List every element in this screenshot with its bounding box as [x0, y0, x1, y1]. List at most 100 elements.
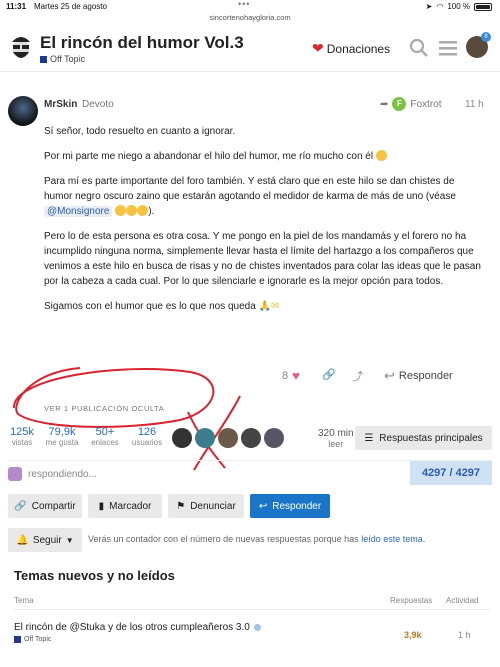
- notification-row: 🔔 Seguir ▼ Verás un contador con el núme…: [8, 528, 492, 552]
- share-icon: ⤴: [352, 371, 363, 383]
- participant-avatar[interactable]: [195, 428, 215, 448]
- paragraph-text: ).: [148, 206, 155, 217]
- donate-link[interactable]: ❤ Donaciones: [312, 40, 390, 57]
- typing-label: respondiendo...: [28, 468, 97, 480]
- paragraph-text: Sí señor, todo resuelto en cuanto a igno…: [44, 126, 236, 137]
- stat-likes: 79,9k me gusta: [40, 426, 84, 447]
- read-topic-link[interactable]: leído este tema: [361, 534, 423, 544]
- link-icon: 🔗: [322, 369, 336, 381]
- hamburger-menu-icon[interactable]: [437, 38, 459, 58]
- like-button[interactable]: 8 ♥: [282, 368, 300, 383]
- status-date: Martes 25 de agosto: [34, 2, 107, 11]
- suggested-topic-replies: 3,9k: [404, 630, 422, 640]
- site-logo-icon[interactable]: [8, 32, 34, 62]
- more-dots-icon[interactable]: •••: [238, 0, 250, 9]
- notification-text: Verás un contador con el número de nueva…: [88, 534, 359, 544]
- top-replies-label: Respuestas principales: [379, 432, 483, 444]
- post-time[interactable]: 11 h: [465, 99, 484, 110]
- typing-user-avatar: [8, 467, 22, 481]
- notification-description: Verás un contador con el número de nueva…: [88, 534, 425, 544]
- topic-title[interactable]: El rincón del humor Vol.3: [40, 33, 244, 53]
- participant-avatar[interactable]: [218, 428, 238, 448]
- top-replies-button[interactable]: ☰ Respuestas principales: [355, 426, 492, 450]
- laughing-emoji-icon: [375, 150, 387, 161]
- status-time: 11:31: [6, 2, 27, 11]
- suggested-topic-title[interactable]: El rincón de @Stuka y de los otros cumpl…: [14, 622, 261, 633]
- follow-dropdown[interactable]: 🔔 Seguir ▼: [8, 528, 82, 552]
- bookmark-button[interactable]: ▮ Marcador: [88, 494, 162, 518]
- reply-button[interactable]: ↩ Responder: [250, 494, 330, 518]
- stat-number: 79,9k: [48, 426, 76, 438]
- share-button[interactable]: 🔗 Compartir: [8, 494, 82, 518]
- show-hidden-posts-link[interactable]: VER 1 PUBLICACIÓN OCULTA: [44, 404, 164, 413]
- stat-label: usuarios: [131, 438, 163, 447]
- reply-to-name: Foxtrot: [410, 98, 442, 110]
- suggested-topic-activity: 1 h: [458, 630, 471, 640]
- suggested-topic-category[interactable]: Off Topic: [14, 636, 51, 643]
- heart-icon: ❤: [312, 40, 324, 56]
- share-label: Compartir: [31, 500, 76, 512]
- battery-icon: [474, 2, 492, 11]
- unread-dot-icon: [253, 624, 261, 631]
- typing-indicator: respondiendo...: [8, 467, 97, 481]
- table-row[interactable]: El rincón de @Stuka y de los otros cumpl…: [14, 620, 490, 656]
- stat-number: 126: [137, 426, 157, 438]
- like-count: 8: [282, 369, 289, 382]
- battery-percent: 100 %: [447, 2, 470, 11]
- pray-emoji-icon: 🙏: [258, 301, 272, 312]
- stat-views: 125k vistas: [8, 426, 36, 447]
- post-paragraph: Por mi parte me niego a abandonar el hil…: [44, 149, 484, 164]
- column-activity: Actividad: [446, 596, 479, 605]
- stat-number: 125k: [10, 426, 34, 438]
- bookmark-icon: ▮: [98, 500, 105, 512]
- topic-progress[interactable]: 4297 / 4297: [410, 461, 492, 485]
- link-button[interactable]: 🔗: [322, 368, 336, 381]
- post-reply-label: Responder: [398, 370, 453, 382]
- topic-footer-buttons: 🔗 Compartir ▮ Marcador ⚑ Denunciar ↩ Res…: [8, 494, 492, 518]
- search-icon[interactable]: [408, 38, 430, 58]
- post-paragraph: Sigamos con el humor que es lo que nos q…: [44, 299, 484, 314]
- donate-label: Donaciones: [326, 41, 391, 56]
- post-author-avatar[interactable]: [8, 96, 38, 126]
- post-reply-button[interactable]: ↩ Responder: [384, 368, 453, 384]
- bell-icon: 🔔: [16, 534, 29, 546]
- post-paragraph: Para mí es parte importante del foro tam…: [44, 174, 484, 219]
- read-time-label: leer: [328, 439, 344, 449]
- participant-avatar[interactable]: [172, 428, 192, 448]
- location-icon: ➤: [425, 2, 433, 11]
- reply-to-link[interactable]: ➦ F Foxtrot: [380, 97, 442, 111]
- post-actions: 8 ♥ 🔗 ⤴ ↩ Responder: [0, 368, 500, 386]
- user-mention[interactable]: @Monsignore: [44, 206, 113, 217]
- post-author-name[interactable]: MrSkin: [44, 99, 77, 110]
- flag-icon: ⚑: [176, 500, 186, 512]
- notification-badge[interactable]: 8: [481, 32, 491, 42]
- stat-number: 50+: [95, 426, 115, 438]
- stat-label: enlaces: [91, 438, 119, 447]
- flag-button[interactable]: ⚑ Denunciar: [168, 494, 244, 518]
- wifi-icon: ◠: [436, 2, 444, 11]
- grin-emoji-icon: [126, 205, 138, 216]
- reply-to-avatar: F: [392, 97, 407, 111]
- participant-avatar[interactable]: [241, 428, 261, 448]
- read-time: 320 min leer: [318, 428, 354, 449]
- category-color-icon: [14, 636, 21, 643]
- site-header: El rincón del humor Vol.3 Off Topic ❤ Do…: [0, 24, 500, 72]
- column-replies: Respuestas: [390, 596, 433, 605]
- paragraph-text: Sigamos con el humor que es lo que nos q…: [44, 301, 256, 312]
- status-right: ➤ ◠ 100 %: [426, 2, 492, 11]
- participant-avatar[interactable]: [264, 428, 284, 448]
- participant-avatars: [172, 428, 284, 448]
- topic-category[interactable]: Off Topic: [40, 54, 85, 64]
- share-icon-button[interactable]: ⤴: [352, 368, 363, 384]
- stat-label: vistas: [11, 438, 33, 447]
- stat-links[interactable]: 50+ enlaces: [88, 426, 122, 447]
- notification-end: .: [422, 534, 426, 544]
- category-label: Off Topic: [24, 636, 52, 643]
- heart-icon: ♥: [292, 368, 300, 383]
- suggested-table-header: Tema Respuestas Actividad: [14, 596, 490, 610]
- suggested-topics-title: Temas nuevos y no leídos: [14, 568, 175, 583]
- flag-label: Denunciar: [190, 500, 236, 512]
- status-bar: 11:31 Martes 25 de agosto ••• sincorteno…: [0, 0, 500, 22]
- address-bar[interactable]: sincortenohaygloria.com: [0, 13, 500, 22]
- envelope-heart-emoji-icon: ✉: [271, 301, 280, 312]
